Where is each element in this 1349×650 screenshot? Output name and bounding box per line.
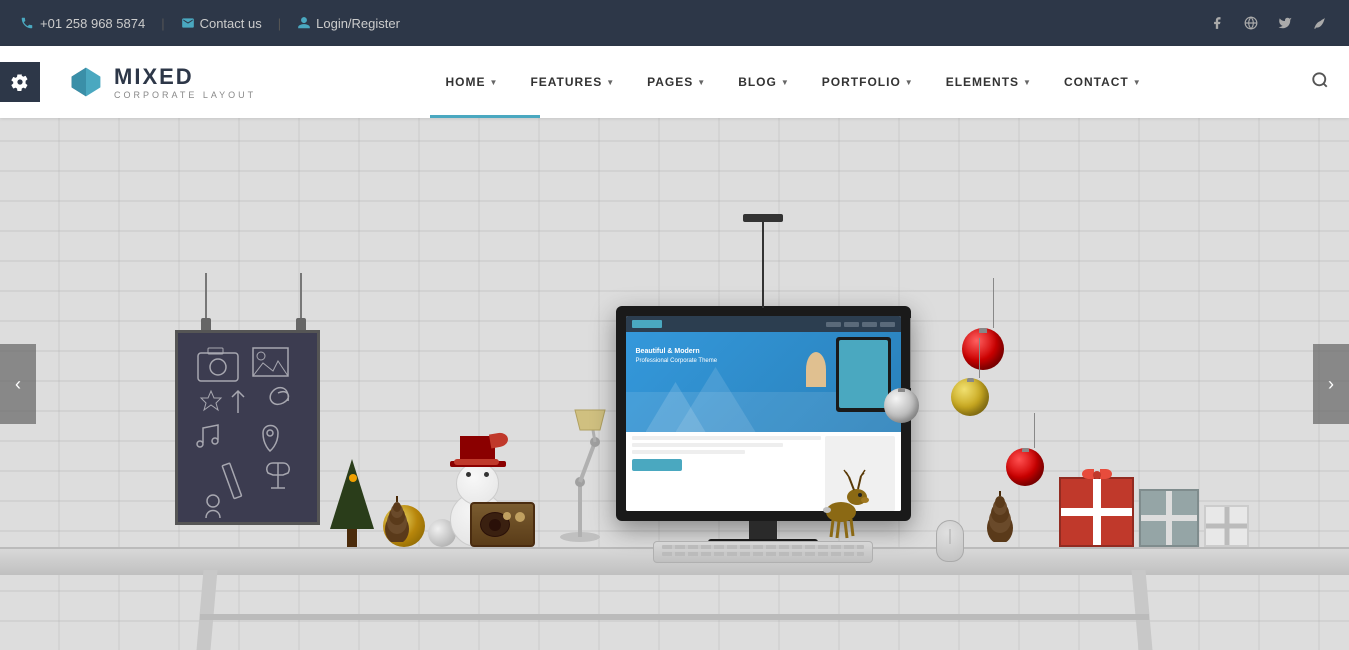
- nav-item-contact[interactable]: CONTACT ▼: [1048, 46, 1158, 118]
- phone-info: +01 258 968 5874: [20, 16, 145, 31]
- monitor-stand-neck: [749, 521, 777, 539]
- top-bar-right: [1207, 13, 1329, 33]
- desk-crossbar: [200, 614, 1149, 620]
- globe-icon[interactable]: [1241, 13, 1261, 33]
- nav-pages-label: PAGES: [647, 75, 693, 89]
- logo-sub: CORPORATE LAYOUT: [114, 90, 256, 100]
- navbar: MIXED CORPORATE LAYOUT HOME ▼ FEATURES ▼…: [0, 46, 1349, 118]
- top-bar: +01 258 968 5874 | Contact us | Login/Re…: [0, 0, 1349, 46]
- chevron-down-icon: ▼: [490, 78, 499, 87]
- bauble-silver: [901, 318, 919, 423]
- nav-item-elements[interactable]: ELEMENTS ▼: [930, 46, 1048, 118]
- user-icon: [297, 16, 311, 30]
- bauble-gold: [970, 338, 989, 416]
- monitor-cable: [762, 216, 764, 308]
- hero-section: Beautiful & Modern Professional Corporat…: [0, 118, 1349, 650]
- nav-item-pages[interactable]: PAGES ▼: [631, 46, 722, 118]
- reindeer: [819, 462, 869, 547]
- nav-elements-label: ELEMENTS: [946, 75, 1019, 89]
- chevron-down-icon: ▼: [697, 78, 706, 87]
- top-bar-left: +01 258 968 5874 | Contact us | Login/Re…: [20, 16, 400, 31]
- string-right: [300, 273, 302, 323]
- search-button[interactable]: [1311, 71, 1329, 94]
- chevron-left-icon: ‹: [15, 374, 21, 395]
- pine-cone-left: [380, 494, 415, 547]
- chevron-down-icon: ▼: [1133, 78, 1142, 87]
- chalkboard: [175, 330, 320, 525]
- contact-label: Contact us: [200, 16, 262, 31]
- nav-features-label: FEATURES: [530, 75, 602, 89]
- pine-cone-right: [981, 490, 1019, 547]
- nav-item-features[interactable]: FEATURES ▼: [514, 46, 631, 118]
- chevron-down-icon: ▼: [905, 78, 914, 87]
- nav-blog-label: BLOG: [738, 75, 777, 89]
- monitor-preview-text1: Beautiful & Modern: [636, 347, 718, 357]
- desk-lamp: [540, 382, 620, 547]
- string-left: [205, 273, 207, 323]
- twitter-icon[interactable]: [1275, 13, 1295, 33]
- slide-arrow-right[interactable]: ›: [1313, 344, 1349, 424]
- phone-icon: [20, 16, 34, 30]
- nav-links: HOME ▼ FEATURES ▼ PAGES ▼ BLOG ▼ PORTFOL…: [296, 46, 1291, 118]
- email-icon: [181, 16, 195, 30]
- divider1: |: [161, 16, 164, 31]
- facebook-icon[interactable]: [1207, 13, 1227, 33]
- mouse: [936, 520, 964, 562]
- nav-item-portfolio[interactable]: PORTFOLIO ▼: [806, 46, 930, 118]
- chevron-down-icon: ▼: [606, 78, 615, 87]
- gear-icon: [11, 73, 29, 91]
- radio: [470, 502, 535, 547]
- chalk-drawings: [178, 333, 318, 523]
- contact-link[interactable]: Contact us: [181, 16, 262, 31]
- chevron-down-icon: ▼: [781, 78, 790, 87]
- leaf-icon[interactable]: [1309, 13, 1329, 33]
- settings-button[interactable]: [0, 62, 40, 102]
- gift-boxes: [1059, 477, 1249, 547]
- phone-number: +01 258 968 5874: [40, 16, 145, 31]
- nav-item-blog[interactable]: BLOG ▼: [722, 46, 806, 118]
- nav-home-label: HOME: [446, 75, 486, 89]
- logo-main: MIXED: [114, 64, 256, 90]
- nav-portfolio-label: PORTFOLIO: [822, 75, 901, 89]
- login-label: Login/Register: [316, 16, 400, 31]
- monitor-preview-text2: Professional Corporate Theme: [636, 357, 718, 365]
- bauble-red-lower: [1025, 413, 1044, 486]
- slide-arrow-left[interactable]: ‹: [0, 344, 36, 424]
- cable-top-bar: [743, 214, 783, 222]
- tree-star: [349, 474, 357, 482]
- logo-area[interactable]: MIXED CORPORATE LAYOUT: [68, 64, 256, 100]
- nav-contact-label: CONTACT: [1064, 75, 1129, 89]
- christmas-tree: [330, 459, 374, 547]
- divider2: |: [278, 16, 281, 31]
- logo-text: MIXED CORPORATE LAYOUT: [114, 64, 256, 100]
- chevron-right-icon: ›: [1328, 374, 1334, 395]
- chevron-down-icon: ▼: [1023, 78, 1032, 87]
- search-icon: [1311, 71, 1329, 89]
- login-link[interactable]: Login/Register: [297, 16, 400, 31]
- nav-item-home[interactable]: HOME ▼: [430, 46, 515, 118]
- logo-icon: [68, 64, 104, 100]
- active-nav-indicator: [480, 115, 540, 118]
